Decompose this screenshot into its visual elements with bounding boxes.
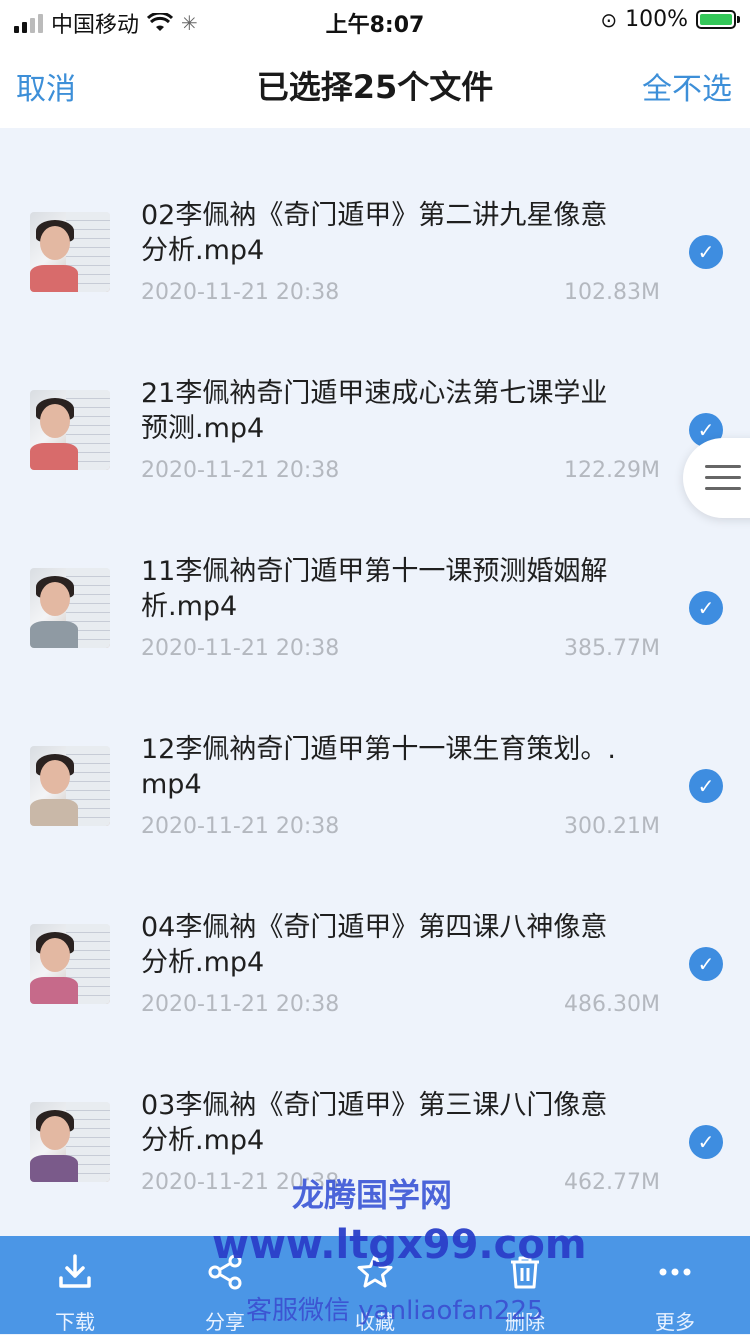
file-item[interactable]: 04李佩衲《奇门遁甲》第四课八神像意分析.mp4 2020-11-21 20:3… — [0, 840, 750, 1018]
page-title: 已选择25个文件 — [256, 68, 494, 106]
check-icon[interactable]: ✓ — [689, 769, 723, 803]
download-button[interactable]: 下载 — [0, 1236, 150, 1334]
nav-bar: 取消 已选择25个文件 全不选 — [0, 40, 750, 128]
file-size: 462.77M — [564, 1170, 660, 1195]
file-item[interactable]: 21李佩衲奇门遁甲速成心法第七课学业预测.mp4 2020-11-21 20:3… — [0, 306, 750, 484]
watermark-url: www.ltgx99.com — [212, 1222, 587, 1268]
watermark-contact: 客服微信 yanliaofan225 — [246, 1296, 544, 1326]
file-date: 2020-11-21 20:38 — [141, 458, 340, 483]
file-size: 385.77M — [564, 636, 660, 661]
more-icon — [659, 1268, 691, 1276]
file-item[interactable]: 02李佩衲《奇门遁甲》第二讲九星像意分析.mp4 2020-11-21 20:3… — [0, 128, 750, 306]
video-thumbnail — [30, 924, 110, 1004]
file-date: 2020-11-21 20:38 — [141, 280, 340, 305]
more-label: 更多 — [655, 1310, 695, 1334]
file-item[interactable]: 12李佩衲奇门遁甲第十一课生育策划。.mp4 2020-11-21 20:38 … — [0, 662, 750, 840]
status-right: ⊙ 100% — [600, 7, 740, 32]
file-size: 102.83M — [564, 280, 660, 305]
file-size: 486.30M — [564, 992, 660, 1017]
deselect-all-button[interactable]: 全不选 — [642, 64, 732, 108]
file-date: 2020-11-21 20:38 — [141, 814, 340, 839]
rotation-lock-icon: ⊙ — [600, 7, 618, 32]
video-thumbnail — [30, 390, 110, 470]
file-name: 21李佩衲奇门遁甲速成心法第七课学业预测.mp4 — [141, 378, 608, 444]
more-button[interactable]: 更多 — [600, 1236, 750, 1334]
status-bar: 中国移动 ✳ 上午8:07 ⊙ 100% — [0, 0, 750, 40]
check-icon[interactable]: ✓ — [689, 235, 723, 269]
watermark-site: 龙腾国学网 — [292, 1176, 453, 1214]
battery-percent: 100% — [625, 7, 688, 32]
battery-icon — [696, 10, 740, 29]
file-name: 02李佩衲《奇门遁甲》第二讲九星像意分析.mp4 — [141, 200, 608, 266]
check-icon[interactable]: ✓ — [689, 947, 723, 981]
file-size: 122.29M — [564, 458, 660, 483]
file-name: 03李佩衲《奇门遁甲》第三课八门像意分析.mp4 — [141, 1090, 608, 1156]
file-list: 02李佩衲《奇门遁甲》第二讲九星像意分析.mp4 2020-11-21 20:3… — [0, 128, 750, 1236]
check-icon[interactable]: ✓ — [689, 1125, 723, 1159]
file-item[interactable]: 11李佩衲奇门遁甲第十一课预测婚姻解析.mp4 2020-11-21 20:38… — [0, 484, 750, 662]
file-name: 04李佩衲《奇门遁甲》第四课八神像意分析.mp4 — [141, 912, 608, 978]
video-thumbnail — [30, 1102, 110, 1182]
file-size: 300.21M — [564, 814, 660, 839]
check-icon[interactable]: ✓ — [689, 591, 723, 625]
menu-icon — [705, 465, 741, 498]
download-icon — [59, 1254, 91, 1288]
download-label: 下载 — [55, 1310, 95, 1334]
file-name: 12李佩衲奇门遁甲第十一课生育策划。.mp4 — [141, 734, 616, 800]
video-thumbnail — [30, 568, 110, 648]
video-thumbnail — [30, 212, 110, 292]
file-date: 2020-11-21 20:38 — [141, 636, 340, 661]
file-name: 11李佩衲奇门遁甲第十一课预测婚姻解析.mp4 — [141, 556, 608, 622]
video-thumbnail — [30, 746, 110, 826]
file-date: 2020-11-21 20:38 — [141, 992, 340, 1017]
